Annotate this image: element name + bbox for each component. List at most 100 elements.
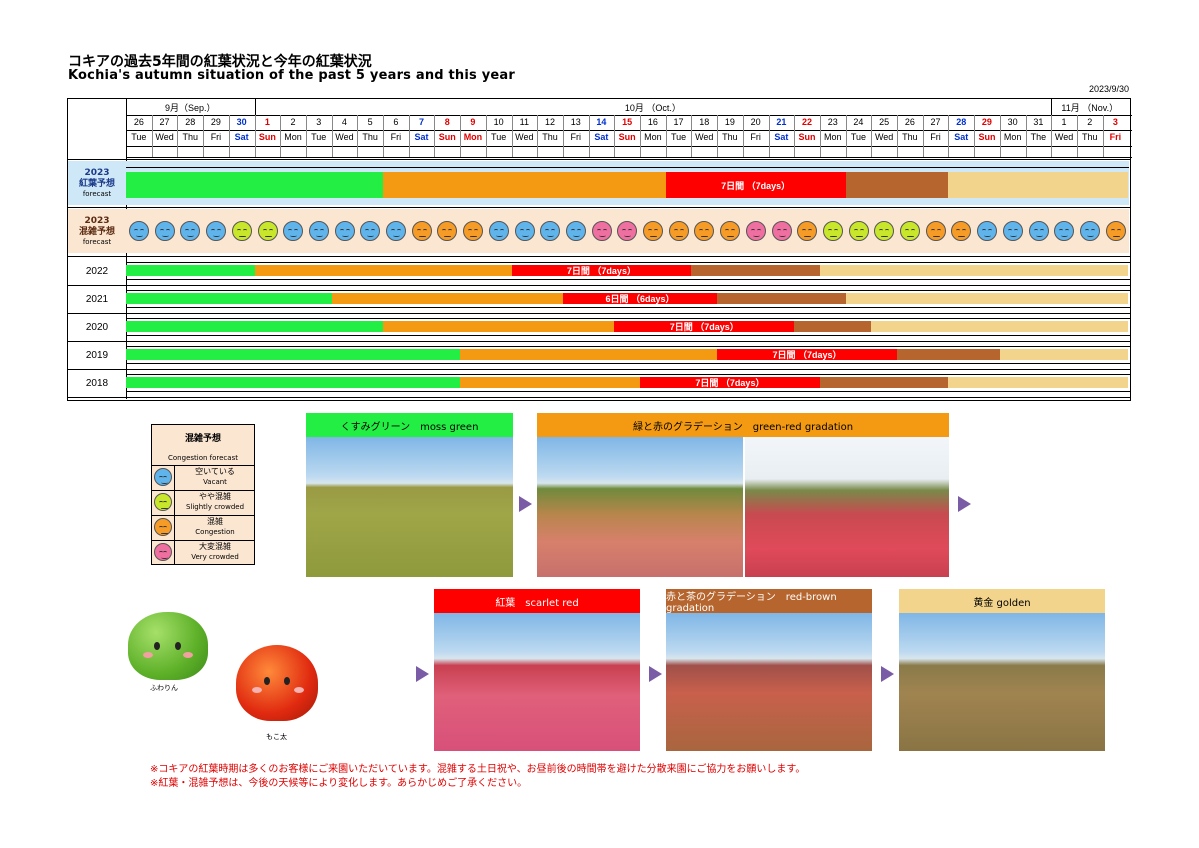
period-bar-red: 6日間 （6days） <box>562 293 718 304</box>
weekday: Fri <box>1109 132 1122 142</box>
weekday: Sun <box>618 132 636 142</box>
year-label: 2018 <box>85 378 109 389</box>
weekday: Sat <box>774 132 789 142</box>
weekday: Thu <box>542 132 558 142</box>
weekday: Sun <box>258 132 276 142</box>
day-number: 7 <box>419 117 425 127</box>
day-number: 21 <box>776 117 787 127</box>
day-number: 23 <box>827 117 838 127</box>
calendar-table: 9月（Sep.） 10月 （Oct.） 11月 （Nov.） 26 Tue 27 Wed 28… <box>67 98 1132 401</box>
next-stage-arrow-icon <box>649 666 662 682</box>
stage-header-greenred: 緑と赤のグラデーション green-red gradation <box>537 413 949 437</box>
period-bar-green <box>126 265 255 276</box>
mascot-red <box>236 645 318 725</box>
period-bar-green <box>126 172 383 198</box>
weekday: Sun <box>438 132 456 142</box>
weekday: Wed <box>515 132 534 142</box>
period-bar-green <box>126 321 383 332</box>
congestion-face-vacant-icon <box>308 221 329 241</box>
congestion-face-vacant-icon <box>206 221 227 241</box>
period-bar-brown <box>845 172 949 198</box>
congestion-face-vacant-icon <box>386 221 406 241</box>
weekday: Fri <box>210 132 222 142</box>
day-number: 9 <box>470 117 476 127</box>
weekday: Mon <box>644 132 662 142</box>
forecast-label-en: forecast <box>82 189 112 198</box>
mascot-red-name: もこ太 <box>266 733 287 741</box>
stage-header-redbrown: 赤と茶のグラデーション red-brown gradation <box>666 589 872 614</box>
weekday: Sat <box>234 132 249 142</box>
weekday: Tue <box>311 132 327 142</box>
period-bar-brown <box>897 349 1000 360</box>
congestion-face-vacant-icon <box>129 221 149 241</box>
day-number: 2 <box>1087 117 1093 127</box>
legend-item-en: Congestion <box>195 528 235 536</box>
day-number: 20 <box>750 117 761 127</box>
day-number: 14 <box>596 117 607 127</box>
mascot-green-name: ふわりん <box>150 684 178 692</box>
weekday: Fri <box>390 132 402 142</box>
weekday: Wed <box>335 132 354 142</box>
period-bar-golden <box>999 349 1129 360</box>
weekday: Sat <box>594 132 609 142</box>
update-date: 2023/9/30 <box>1088 84 1129 94</box>
photo-red-brown <box>666 613 872 751</box>
congestion-2023-label: 2023 混雑予想 forecast <box>69 210 125 252</box>
day-number: 4 <box>341 117 347 127</box>
weekday: Mon <box>823 132 842 142</box>
weekday: Wed <box>155 132 174 142</box>
day-number: 17 <box>673 117 684 127</box>
day-number: 3 <box>316 117 322 127</box>
legend-face-vacant-icon <box>154 468 172 486</box>
period-bar-green <box>126 377 461 388</box>
period-bar-brown <box>691 265 820 276</box>
forecast-2023-label: 2023 紅葉予想 forecast <box>69 162 125 204</box>
congestion-face-congestion-icon <box>720 221 741 241</box>
weekday: Mon <box>284 132 302 142</box>
weekday: Sat <box>414 132 429 142</box>
congestion-face-congestion-icon <box>1105 221 1126 241</box>
legend-face-very-icon <box>154 543 172 561</box>
day-number: 27 <box>159 117 170 127</box>
day-number: 5 <box>367 117 373 127</box>
year-label: 2019 <box>85 350 109 361</box>
legend-item-jp: 大変混雑 <box>199 542 231 551</box>
congestion-label-en: forecast <box>82 237 112 246</box>
day-number: 25 <box>879 117 890 127</box>
photo-green-red-2 <box>745 437 949 577</box>
month-label: 11月 （Nov.） <box>1061 103 1119 113</box>
month-label: 10月 （Oct.） <box>624 103 681 113</box>
day-number: 16 <box>647 117 658 127</box>
congestion-face-slight-icon <box>231 221 252 241</box>
day-number: 10 <box>493 117 504 127</box>
congestion-face-vacant-icon <box>565 221 586 241</box>
period-bar-golden <box>871 321 1129 332</box>
photo-scarlet <box>434 613 640 751</box>
year-label: 2022 <box>85 266 109 277</box>
period-bar-brown <box>794 321 872 332</box>
day-number: 22 <box>802 117 813 127</box>
weekday: The <box>1030 132 1047 142</box>
weekday: Thu <box>722 132 738 142</box>
stage-header-moss: くすみグリーン moss green <box>306 413 513 437</box>
congestion-face-congestion-icon <box>925 221 946 241</box>
day-number: 6 <box>393 117 399 127</box>
weekday: Sat <box>954 132 969 142</box>
legend-item-en: Very crowded <box>191 553 239 561</box>
forecast-label-jp: 2023 紅葉予想 <box>78 168 115 189</box>
day-number: 11 <box>519 117 530 127</box>
weekday: Fri <box>930 132 941 142</box>
congestion-face-vacant-icon <box>1079 221 1100 241</box>
weekday: Sun <box>978 132 996 142</box>
congestion-face-very-icon <box>745 221 766 241</box>
weekday: Tue <box>491 132 507 142</box>
period-bar-golden <box>819 265 1129 276</box>
day-number: 27 <box>930 117 941 127</box>
weekday: Thu <box>362 132 378 142</box>
weekday: Tue <box>850 132 867 142</box>
note-2: ※紅葉・混雑予想は、今後の天候等により変化します。あらかじめご了承ください。 <box>150 778 528 789</box>
congestion-face-slight-icon <box>257 221 278 241</box>
period-bar-red: 7日間 （7days） <box>665 172 846 198</box>
mascot-green <box>128 612 208 690</box>
day-number: 26 <box>904 117 915 127</box>
